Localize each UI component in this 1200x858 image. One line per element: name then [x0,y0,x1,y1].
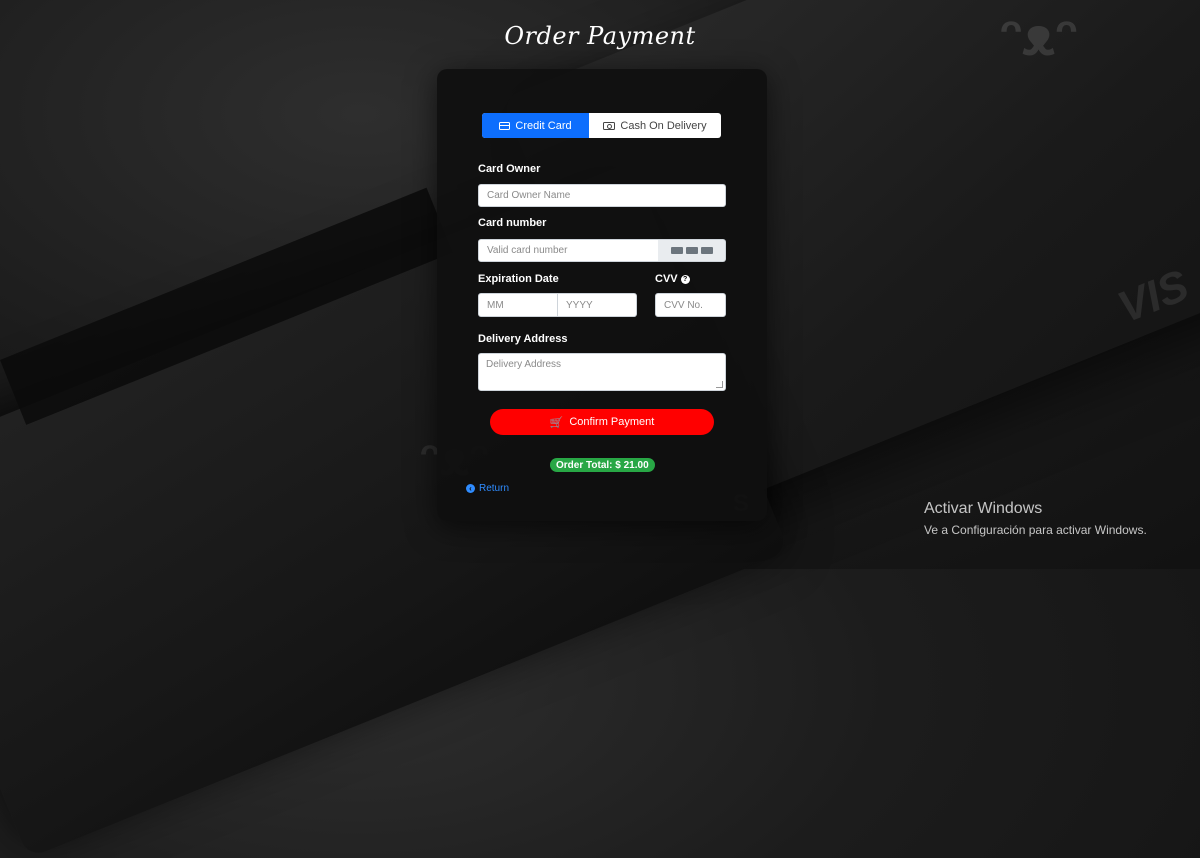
mastercard-icon [685,247,698,254]
tab-credit-card-label: Credit Card [515,119,572,132]
money-bill-icon [603,121,616,130]
tab-credit-card[interactable]: Credit Card [482,113,589,138]
expiration-year-input[interactable] [566,299,628,311]
delivery-address-wrapper [478,353,726,391]
expiration-month-input[interactable] [487,299,549,311]
card-brands-addon [658,239,726,262]
return-link[interactable]: ‹ Return [466,483,509,494]
card-number-label: Card number [478,217,547,229]
shopping-cart-icon: 🛒 [549,416,564,429]
resize-grip-icon[interactable] [716,381,723,388]
activate-windows-subtitle: Ve a Configuración para activar Windows. [924,523,1147,537]
confirm-payment-button[interactable]: 🛒 Confirm Payment [490,409,714,435]
delivery-address-label: Delivery Address [478,333,568,345]
expiration-year-wrapper [557,293,637,317]
payment-method-tabs: Credit Card Cash On Delivery [482,113,721,138]
card-number-input[interactable] [487,245,650,256]
return-label: Return [479,483,510,494]
order-total-badge: Order Total: $ 21.00 [550,458,655,472]
tab-cash-on-delivery-label: Cash On Delivery [620,119,707,132]
amex-icon [700,247,713,254]
activate-windows-title: Activar Windows [924,500,1043,517]
card-owner-field-wrapper [478,184,726,207]
card-owner-input[interactable] [487,190,717,201]
windows-activation-notice: Activar Windows Ve a Configuración para … [924,500,1147,537]
confirm-payment-label: Confirm Payment [569,416,655,428]
tab-cash-on-delivery[interactable]: Cash On Delivery [589,113,721,138]
expiration-date-label: Expiration Date [478,273,559,285]
arrow-circle-left-icon: ‹ [466,484,475,493]
payment-panel: Credit Card Cash On Delivery Card Owner … [437,69,767,521]
question-circle-icon[interactable]: ? [680,274,690,284]
card-number-field-wrapper [478,239,659,262]
cvv-field-wrapper [655,293,726,317]
page-title: Order Payment [504,22,696,50]
visa-icon [670,247,683,254]
expiration-month-wrapper [478,293,558,317]
card-owner-label: Card Owner [478,163,541,175]
credit-card-icon [499,121,511,130]
cvv-label: CVV [655,273,678,285]
cvv-input[interactable] [664,299,717,311]
delivery-address-textarea[interactable] [486,359,718,385]
cvv-label-wrapper: CVV? [655,273,690,285]
